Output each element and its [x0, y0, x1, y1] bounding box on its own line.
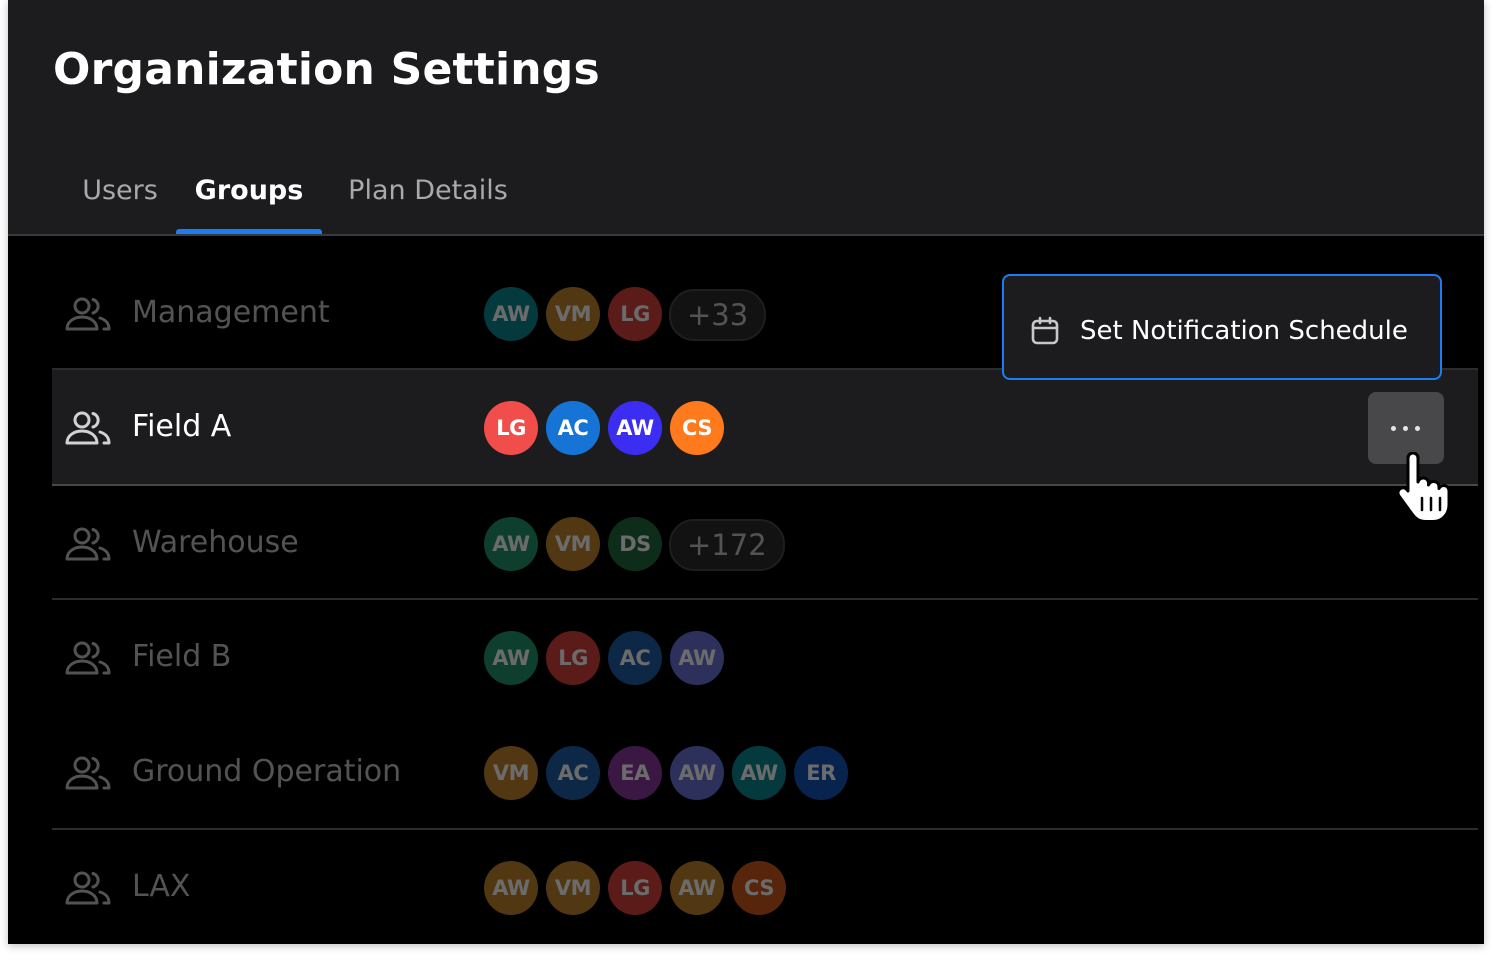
tab-groups[interactable]: Groups [176, 160, 322, 234]
avatar: LG [484, 401, 538, 455]
group-row-field-a[interactable]: Field A LG AC AW CS [52, 370, 1478, 484]
calendar-icon [1030, 316, 1060, 346]
avatar: AW [484, 861, 538, 915]
hand-pointer-icon [1392, 451, 1462, 524]
group-name: Ground Operation [132, 754, 402, 789]
avatar: LG [546, 631, 600, 685]
avatar: EA [608, 746, 662, 800]
group-name: Field B [132, 639, 232, 674]
avatar: CS [732, 861, 786, 915]
avatar: CS [670, 401, 724, 455]
group-row-field-b[interactable]: Field B AW LG AC AW [52, 600, 1478, 714]
menu-item-label: Set Notification Schedule [1080, 316, 1408, 346]
users-group-icon [64, 410, 112, 446]
set-notification-schedule-menu-item[interactable]: Set Notification Schedule [1004, 276, 1440, 378]
group-row-ground-operation[interactable]: Ground Operation VM AC EA AW AW ER [52, 715, 1478, 829]
more-members-badge: +172 [669, 519, 785, 571]
avatar: AW [484, 287, 538, 341]
avatar: VM [484, 746, 538, 800]
users-group-icon [64, 526, 112, 562]
tab-plan-details[interactable]: Plan Details [328, 160, 528, 234]
group-name: Warehouse [132, 525, 299, 560]
avatar: LG [608, 861, 662, 915]
tab-users[interactable]: Users [60, 160, 180, 234]
page-header: Organization Settings Users Groups Plan … [8, 0, 1484, 236]
users-group-icon [64, 296, 112, 332]
tab-bar: Users Groups Plan Details [8, 160, 1484, 236]
avatar: AC [546, 401, 600, 455]
avatar: AW [670, 746, 724, 800]
avatar: AW [608, 401, 662, 455]
users-group-icon [64, 870, 112, 906]
avatar: AW [732, 746, 786, 800]
avatar: VM [546, 861, 600, 915]
avatar: LG [608, 287, 662, 341]
row-context-menu: Set Notification Schedule [1002, 274, 1442, 380]
group-name: LAX [132, 869, 191, 904]
avatar: VM [546, 287, 600, 341]
group-name: Field A [132, 409, 232, 444]
avatar: DS [608, 517, 662, 571]
avatar: AW [484, 631, 538, 685]
group-row-lax[interactable]: LAX AW VM LG AW CS [52, 830, 1478, 944]
avatar: AC [608, 631, 662, 685]
users-group-icon [64, 755, 112, 791]
avatar: AW [670, 631, 724, 685]
users-group-icon [64, 640, 112, 676]
avatar: VM [546, 517, 600, 571]
avatar: AW [484, 517, 538, 571]
group-row-warehouse[interactable]: Warehouse AW VM DS +172 [52, 486, 1478, 600]
avatar: ER [794, 746, 848, 800]
more-members-badge: +33 [669, 289, 767, 341]
avatar: AW [670, 861, 724, 915]
page-title: Organization Settings [53, 44, 600, 95]
avatar: AC [546, 746, 600, 800]
group-name: Management [132, 295, 330, 330]
organization-settings-window: Organization Settings Users Groups Plan … [8, 0, 1484, 944]
